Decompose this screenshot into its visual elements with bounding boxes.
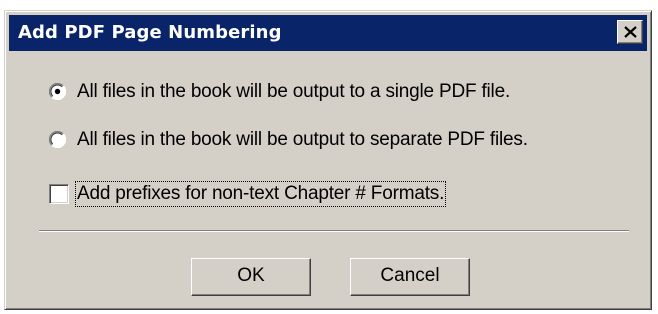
prefix-checkbox-label: Add prefixes for non-text Chapter # Form…	[74, 181, 447, 207]
radio-button-unselected[interactable]	[49, 131, 66, 148]
radio-option-label: All files in the book will be output to …	[77, 81, 511, 102]
separator	[39, 230, 629, 232]
prefix-checkbox[interactable]	[49, 184, 69, 204]
dialog-title: Add PDF Page Numbering	[18, 22, 282, 43]
ok-button[interactable]: OK	[191, 258, 311, 296]
radio-button-selected[interactable]	[49, 83, 66, 100]
cancel-button[interactable]: Cancel	[350, 258, 470, 296]
close-button[interactable]	[617, 20, 643, 44]
radio-option-label: All files in the book will be output to …	[77, 129, 528, 150]
close-icon	[624, 26, 637, 38]
title-bar[interactable]: Add PDF Page Numbering	[9, 15, 647, 51]
add-pdf-page-numbering-dialog: Add PDF Page Numbering All files in the …	[4, 10, 652, 310]
